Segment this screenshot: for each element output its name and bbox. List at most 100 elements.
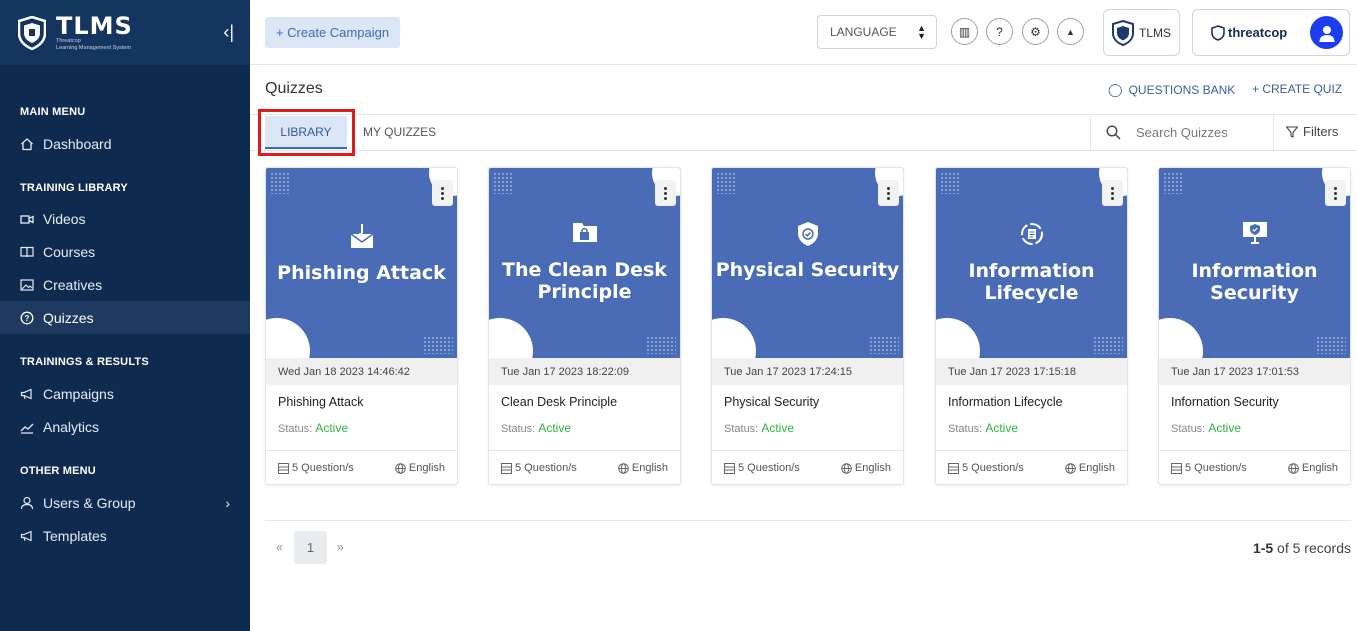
create-quiz-link[interactable]: + CREATE QUIZ (1252, 82, 1342, 96)
settings-icon[interactable]: ⚙ (1022, 18, 1049, 45)
quiz-card-phishing-attack[interactable]: Phishing Attack Wed Jan 18 2023 14:46:42… (265, 167, 458, 485)
card-thumbnail[interactable]: Information Security (1159, 168, 1350, 358)
card-footer: 5 Question/s English (266, 450, 457, 484)
tab-my-quizzes[interactable]: MY QUIZZES (363, 125, 436, 139)
avatar[interactable] (1310, 16, 1343, 49)
bell-icon[interactable]: ▲ (1057, 18, 1084, 45)
pagination-prev[interactable]: « (276, 540, 283, 554)
dots-decoration (1316, 336, 1346, 354)
quiz-card-clean-desk[interactable]: The Clean Desk Principle Tue Jan 17 2023… (488, 167, 681, 485)
company-profile[interactable]: threatcop (1192, 9, 1350, 56)
sidebar-item-creatives[interactable]: Creatives (0, 268, 250, 301)
globe-icon (1065, 462, 1076, 474)
sidebar-item-dashboard[interactable]: Dashboard (0, 127, 250, 160)
lightbulb-icon: ◯ (1108, 82, 1123, 97)
more-options-icon[interactable] (1102, 180, 1123, 206)
dots-decoration (423, 336, 453, 354)
create-campaign-button[interactable]: + Create Campaign (265, 17, 400, 48)
status-label: Status: (278, 423, 313, 435)
card-language: English (1288, 462, 1338, 474)
records-range: 1-5 (1252, 540, 1274, 556)
card-date: Wed Jan 18 2023 14:46:42 (266, 358, 457, 385)
language-label: English (408, 462, 445, 474)
card-thumbnail[interactable]: Information Lifecycle (936, 168, 1127, 358)
card-title: Information Lifecycle (948, 395, 1063, 409)
sidebar-item-quizzes[interactable]: ? Quizzes (0, 301, 250, 334)
card-footer: 5 Question/s English (712, 450, 903, 484)
card-thumbnail[interactable]: The Clean Desk Principle (489, 168, 680, 358)
card-status: Status: Active (1171, 421, 1241, 435)
sidebar-item-campaigns[interactable]: Campaigns (0, 377, 250, 410)
card-thumbnail[interactable]: Physical Security (712, 168, 903, 358)
quiz-card-information-lifecycle[interactable]: Information Lifecycle Tue Jan 17 2023 17… (935, 167, 1128, 485)
status-label: Status: (948, 423, 983, 435)
list-icon (948, 462, 959, 474)
pagination-page-1[interactable]: 1 (294, 531, 327, 564)
more-options-icon[interactable] (432, 180, 453, 206)
questions-count: 5 Question/s (515, 462, 577, 474)
sidebar-item-templates[interactable]: Templates (0, 519, 250, 552)
dots-decoration (869, 336, 899, 354)
sidebar-item-videos[interactable]: Videos (0, 202, 250, 235)
sidebar-item-label: Quizzes (43, 309, 94, 326)
help-icon[interactable]: ? (986, 18, 1013, 45)
lifecycle-icon (1020, 223, 1043, 245)
tlms-label: TLMS (1138, 25, 1171, 40)
dots-decoration (493, 172, 513, 194)
sidebar-item-analytics[interactable]: Analytics (0, 410, 250, 443)
more-options-icon[interactable] (1325, 180, 1346, 206)
sidebar-item-users-group[interactable]: Users & Group › (0, 486, 250, 519)
status-badge: Active (538, 421, 571, 435)
card-title: Clean Desk Principle (501, 395, 618, 409)
brand-subtitle-2: Learning Management System (56, 44, 131, 51)
chevron-right-icon[interactable]: › (225, 495, 230, 511)
tab-highlight-annotation (258, 109, 355, 156)
search-input[interactable]: Search Quizzes (1090, 115, 1274, 150)
language-select[interactable]: LANGUAGE ▲ ▼ (817, 15, 937, 49)
circle-decoration (712, 318, 756, 358)
quiz-card-information-security[interactable]: Information Security Tue Jan 17 2023 17:… (1158, 167, 1351, 485)
search-placeholder: Search Quizzes (1136, 125, 1228, 140)
status-badge: Active (315, 421, 348, 435)
quiz-card-physical-security[interactable]: Physical Security Tue Jan 17 2023 17:24:… (711, 167, 904, 485)
more-options-icon[interactable] (878, 180, 899, 206)
filters-button[interactable]: Filters (1286, 124, 1338, 139)
video-icon (20, 214, 34, 224)
more-options-icon[interactable] (655, 180, 676, 206)
sidebar-item-label: Creatives (43, 276, 103, 293)
card-status: Status: Active (501, 421, 571, 435)
sidebar-item-courses[interactable]: Courses (0, 235, 250, 268)
card-thumb-title: Information Lifecycle (968, 260, 1095, 304)
card-thumb-title: The Clean Desk Principle (502, 259, 667, 303)
status-label: Status: (501, 423, 536, 435)
sidebar-item-label: Dashboard (43, 135, 112, 152)
questions-bank-link[interactable]: ◯ QUESTIONS BANK (1108, 82, 1235, 98)
status-label: Status: (1171, 423, 1206, 435)
globe-icon (1288, 462, 1299, 474)
dots-decoration (940, 172, 960, 194)
list-icon (1171, 462, 1182, 474)
book-icon (20, 246, 34, 257)
list-icon (278, 462, 289, 474)
collapse-sidebar-icon[interactable]: ‹| (223, 22, 234, 42)
tlms-app-switch[interactable]: TLMS (1103, 9, 1180, 56)
status-badge: Active (985, 421, 1018, 435)
monitor-shield-icon (1242, 222, 1267, 244)
card-status: Status: Active (724, 421, 794, 435)
card-questions: 5 Question/s (278, 462, 354, 474)
card-questions: 5 Question/s (948, 462, 1024, 474)
dots-decoration (646, 336, 676, 354)
card-thumbnail[interactable]: Phishing Attack (266, 168, 457, 358)
questions-count: 5 Question/s (962, 462, 1024, 474)
book-open-icon[interactable]: ▥ (951, 18, 978, 45)
mail-hook-icon (350, 224, 373, 248)
thumb-icon-wrap (1159, 218, 1350, 246)
dots-decoration (716, 172, 736, 194)
shield-check-icon (797, 222, 818, 246)
card-questions: 5 Question/s (1171, 462, 1247, 474)
brand[interactable]: TLMS Threatcop Learning Management Syste… (0, 0, 250, 65)
circle-decoration (936, 318, 980, 358)
status-badge: Active (761, 421, 794, 435)
pagination-next[interactable]: » (337, 540, 344, 554)
card-footer: 5 Question/s English (1159, 450, 1350, 484)
